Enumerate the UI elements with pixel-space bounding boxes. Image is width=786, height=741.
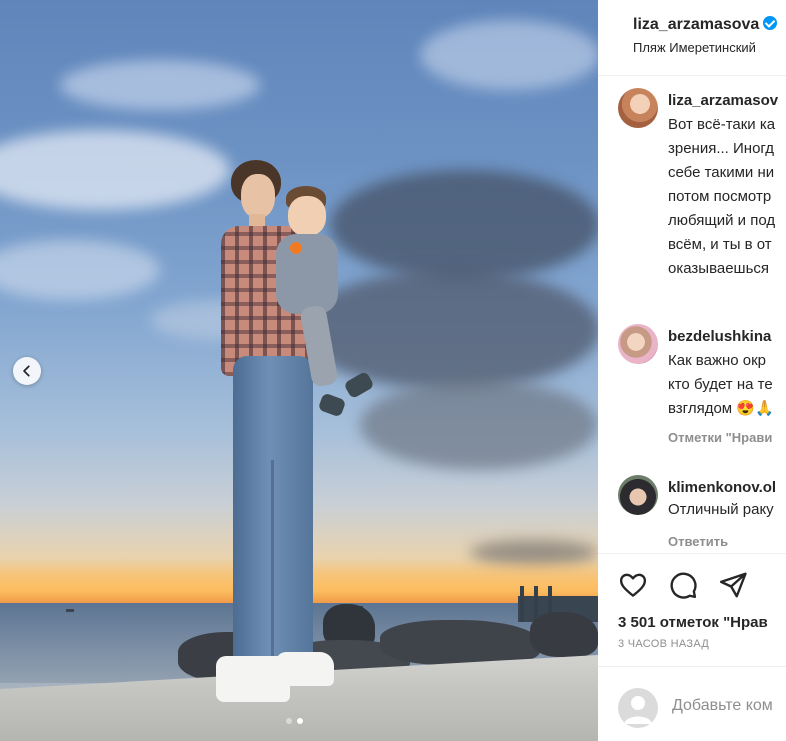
caption-username[interactable]: liza_arzamasov	[668, 92, 778, 109]
comment-likes-link[interactable]: Отметки "Нрави	[668, 430, 772, 445]
comment-username[interactable]: klimenkonov.ol	[668, 479, 776, 496]
add-comment-input[interactable]	[672, 697, 786, 715]
child-figure	[276, 186, 376, 430]
post-photo	[0, 0, 598, 741]
author-username[interactable]: liza_arzamasova	[633, 16, 778, 34]
caption-line: всём, и ты в от	[668, 236, 772, 253]
caption-line: оказываешься	[668, 260, 770, 277]
heart-icon[interactable]	[618, 570, 648, 600]
comment-reply-button[interactable]: Ответить	[668, 534, 728, 549]
comment-bubble-icon[interactable]	[668, 570, 698, 600]
post-sidebar: liza_arzamasova Пляж Имеретинский liza_a…	[598, 0, 786, 741]
carousel-indicator	[286, 718, 303, 724]
caption-line: потом посмотр	[668, 188, 772, 205]
carousel-dot-active	[297, 718, 303, 724]
comment-text-line: взглядом 😍🙏	[668, 400, 774, 417]
verified-badge-icon	[763, 16, 778, 30]
post-header: liza_arzamasova Пляж Имеретинский	[598, 0, 786, 76]
commenter-avatar[interactable]	[618, 324, 658, 364]
commenter-avatar[interactable]	[618, 475, 658, 515]
default-avatar-icon	[624, 696, 652, 724]
caption-line: Вот всё-таки ка	[668, 116, 776, 133]
paper-plane-icon[interactable]	[718, 570, 748, 600]
comment-text-line: кто будет на те	[668, 376, 773, 393]
carousel-dot	[286, 718, 292, 724]
caption-line: себе такими ни	[668, 164, 775, 181]
comment-username[interactable]: bezdelushkina	[668, 328, 771, 345]
likes-count[interactable]: 3 501 отметок "Нрав	[618, 614, 768, 631]
chevron-left-icon	[23, 365, 30, 377]
author-username-text[interactable]: liza_arzamasova	[633, 16, 759, 33]
comment-text-line: Отличный раку	[668, 501, 774, 518]
author-avatar[interactable]	[618, 88, 658, 128]
caption-line: любящий и под	[668, 212, 776, 229]
caption-line: зрения... Иногд	[668, 140, 774, 157]
divider	[598, 666, 786, 667]
post-timestamp[interactable]: 3 ЧАСОВ НАЗАД	[618, 638, 709, 650]
divider	[598, 553, 786, 554]
carousel-prev-button[interactable]	[13, 357, 41, 385]
location-link[interactable]: Пляж Имеретинский	[633, 40, 756, 55]
current-user-avatar	[618, 688, 658, 728]
comment-text-line: Как важно окр	[668, 352, 767, 369]
